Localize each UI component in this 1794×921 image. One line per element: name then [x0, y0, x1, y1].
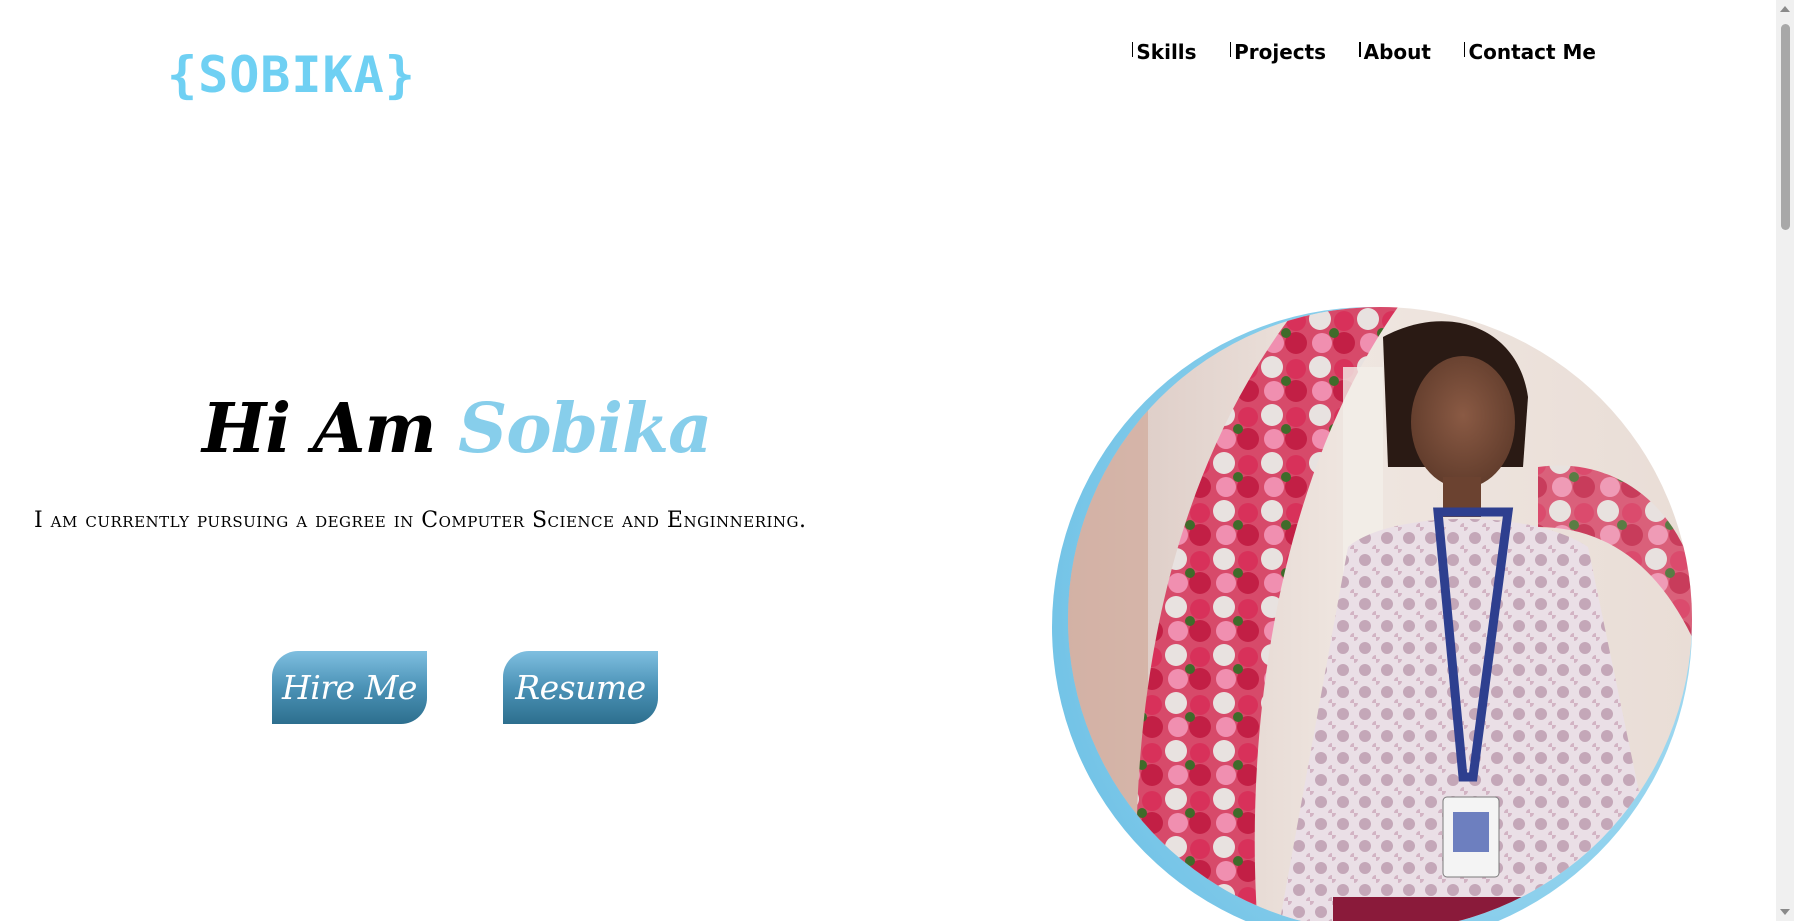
scrollbar-thumb[interactable]	[1781, 24, 1790, 230]
profile-photo	[1068, 307, 1692, 921]
triangle-up-icon[interactable]	[1780, 6, 1790, 12]
profile-photo-frame	[1052, 307, 1692, 921]
nav-item-skills[interactable]: Skills	[1131, 40, 1197, 64]
hero-subtitle: I am currently pursuing a degree in Comp…	[34, 508, 807, 533]
nav-item-contact[interactable]: Contact Me	[1463, 40, 1596, 64]
nav-item-projects[interactable]: Projects	[1229, 40, 1327, 64]
hero-title: Hi Am Sobika	[202, 395, 712, 463]
site-logo[interactable]: {SOBIKA}	[167, 50, 416, 100]
hero-name: Sobika	[458, 389, 712, 469]
nav-item-label: Contact Me	[1468, 40, 1596, 64]
hero-greeting: Hi Am	[202, 389, 459, 469]
main-nav: Skills Projects About Contact Me	[1131, 40, 1596, 64]
triangle-down-icon[interactable]	[1780, 909, 1790, 915]
nav-divider	[1359, 41, 1361, 57]
nav-item-label: Skills	[1136, 40, 1197, 64]
nav-item-about[interactable]: About	[1359, 40, 1431, 64]
nav-item-label: Projects	[1234, 40, 1327, 64]
nav-divider	[1131, 41, 1134, 57]
portfolio-page: {SOBIKA} Skills Projects About Contact M…	[0, 0, 1776, 921]
nav-divider	[1463, 41, 1466, 57]
page-scrollbar[interactable]	[1776, 0, 1794, 921]
hire-me-button[interactable]: Hire Me	[272, 651, 427, 724]
resume-button[interactable]: Resume	[503, 651, 658, 724]
nav-item-label: About	[1363, 40, 1431, 64]
profile-photo-image	[1068, 307, 1692, 921]
nav-divider	[1229, 41, 1232, 57]
